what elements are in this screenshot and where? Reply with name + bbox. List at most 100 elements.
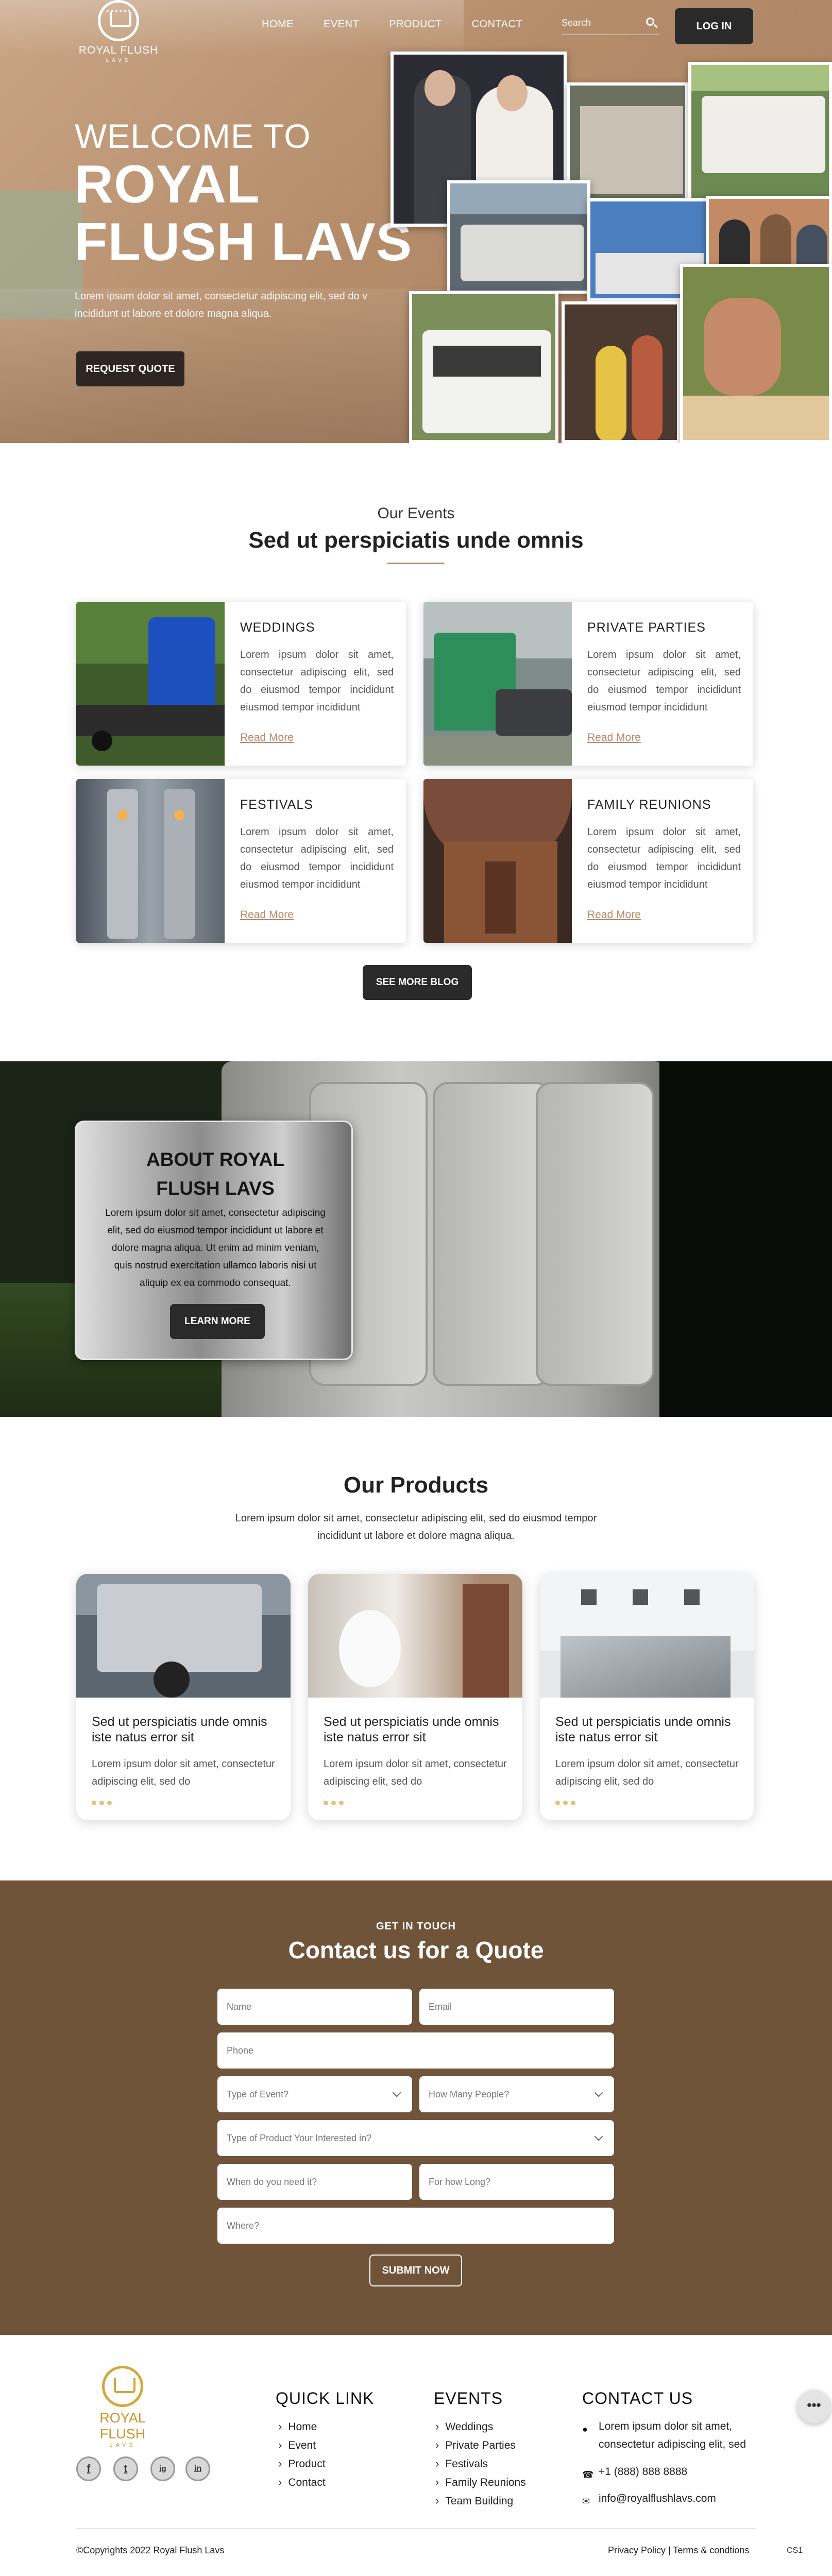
footer-link-team-building[interactable]: Team Building xyxy=(435,2492,526,2510)
contact-title: Contact us for a Quote xyxy=(288,1937,544,1963)
events-title: Sed ut perspiciatis unde omnis xyxy=(248,528,584,553)
legal-links[interactable]: Privacy Policy | Terms & condtions xyxy=(608,2545,749,2556)
logo-subtitle: LAVS xyxy=(106,58,131,63)
products-section: Our Products Lorem ipsum dolor sit amet,… xyxy=(0,1417,832,1880)
footer-logo[interactable]: ROYAL FLUSH LAVS xyxy=(76,2366,169,2448)
nav-contact[interactable]: CONTACT xyxy=(472,19,523,30)
event-card-private-parties[interactable]: PRIVATE PARTIES Lorem ipsum dolor sit am… xyxy=(423,602,753,766)
people-count-value: How Many People? xyxy=(429,2089,510,2099)
read-more-link[interactable]: Read More xyxy=(240,909,294,921)
event-card-festivals[interactable]: FESTIVALS Lorem ipsum dolor sit amet, co… xyxy=(76,779,406,943)
event-image-family-reunions xyxy=(423,779,572,943)
about-section: ABOUT ROYAL FLUSH LAVS Lorem ipsum dolor… xyxy=(0,1061,832,1417)
email-icon: ✉ xyxy=(582,2496,590,2506)
duration-field[interactable] xyxy=(419,2164,614,2200)
read-more-link[interactable]: Read More xyxy=(240,732,294,744)
footer-link-contact[interactable]: Contact xyxy=(278,2473,325,2492)
about-bg-shadow xyxy=(659,1061,832,1417)
contact-eyebrow: GET IN TOUCH xyxy=(376,1921,456,1932)
carousel-dots[interactable] xyxy=(92,1801,112,1805)
twitter-icon[interactable]: t xyxy=(113,2456,138,2481)
instagram-icon[interactable]: ig xyxy=(150,2456,175,2481)
see-more-blog-button[interactable]: SEE MORE BLOG xyxy=(363,965,472,1000)
collage-photo-trailer-yard xyxy=(688,62,832,201)
footer-divider xyxy=(76,2528,756,2529)
footer-link-home[interactable]: Home xyxy=(278,2417,326,2436)
date-needed-field[interactable] xyxy=(217,2164,412,2200)
hero-welcome: WELCOME TO xyxy=(75,117,311,155)
contact-us-title: CONTACT US xyxy=(582,2389,693,2408)
footer-link-event[interactable]: Event xyxy=(278,2436,326,2454)
event-card-family-reunions[interactable]: FAMILY REUNIONS Lorem ipsum dolor sit am… xyxy=(423,779,753,943)
copyright-text: ©Copyrights 2022 Royal Flush Lavs xyxy=(76,2545,225,2555)
events-title-underline xyxy=(387,563,444,564)
product-desc: Lorem ipsum dolor sit amet, consectetur … xyxy=(92,1758,275,1787)
nav-product[interactable]: PRODUCT xyxy=(389,19,442,30)
nav-event[interactable]: EVENT xyxy=(324,19,359,30)
product-image xyxy=(76,1574,291,1698)
facebook-icon[interactable]: f xyxy=(76,2456,101,2481)
event-card-weddings[interactable]: WEDDINGS Lorem ipsum dolor sit amet, con… xyxy=(76,602,406,766)
product-title: Sed ut perspiciatis unde omnis iste natu… xyxy=(324,1715,499,1744)
events-footer-title: EVENTS xyxy=(434,2389,503,2408)
quick-link-title: QUICK LINK xyxy=(276,2389,375,2408)
learn-more-button[interactable]: LEARN MORE xyxy=(170,1304,265,1339)
event-type-select[interactable]: Type of Event? xyxy=(217,2076,412,2112)
about-card: ABOUT ROYAL FLUSH LAVS Lorem ipsum dolor… xyxy=(75,1121,353,1360)
about-title: ABOUT ROYAL FLUSH LAVS xyxy=(76,1145,354,1203)
product-card[interactable]: Sed ut perspiciatis unde omnis iste natu… xyxy=(76,1574,291,1820)
product-type-select[interactable]: Type of Product Your Interested in? xyxy=(217,2120,614,2156)
request-quote-button[interactable]: REQUEST QUOTE xyxy=(76,351,184,386)
footer-phone-text: +1 (888) 888 8888 xyxy=(599,2466,688,2478)
product-image xyxy=(540,1574,754,1698)
chevron-down-icon xyxy=(392,2088,401,2097)
name-field[interactable] xyxy=(217,1989,412,2025)
product-card[interactable]: Sed ut perspiciatis unde omnis iste natu… xyxy=(308,1574,522,1820)
footer-link-family-reunions[interactable]: Family Reunions xyxy=(435,2473,525,2492)
trailer-door xyxy=(536,1082,654,1386)
carousel-dots[interactable] xyxy=(324,1801,344,1805)
read-more-link[interactable]: Read More xyxy=(587,732,641,744)
event-card-desc: Lorem ipsum dolor sit amet, consectetur … xyxy=(587,649,741,713)
footer-link-weddings[interactable]: Weddings xyxy=(435,2417,526,2436)
events-eyebrow: Our Events xyxy=(377,505,455,522)
phone-field[interactable] xyxy=(217,2032,614,2069)
linkedin-icon[interactable]: in xyxy=(185,2456,210,2481)
search-input[interactable] xyxy=(562,13,639,32)
product-title: Sed ut perspiciatis unde omnis iste natu… xyxy=(555,1715,731,1744)
chat-widget-icon[interactable]: ••• xyxy=(797,2391,830,2424)
product-title: Sed ut perspiciatis unde omnis iste natu… xyxy=(92,1715,267,1744)
search-icon[interactable] xyxy=(646,18,654,26)
footer-email[interactable]: ✉ info@royalflushlavs.com xyxy=(582,2489,768,2508)
events-section: Our Events Sed ut perspiciatis unde omni… xyxy=(0,443,832,1061)
footer-link-festivals[interactable]: Festivals xyxy=(435,2454,526,2473)
location-field[interactable] xyxy=(217,2208,614,2244)
nav-home[interactable]: HOME xyxy=(262,19,294,30)
products-title: Our Products xyxy=(343,1472,489,1498)
footer: ROYAL FLUSH LAVS f t ig in QUICK LINK Ho… xyxy=(0,2335,832,2576)
hero-text: WELCOME TO ROYAL FLUSH LAVS Lorem ipsum … xyxy=(75,116,412,323)
footer-link-private-parties[interactable]: Private Parties xyxy=(435,2436,526,2454)
footer-phone[interactable]: ☎ +1 (888) 888 8888 xyxy=(582,2463,768,2481)
crown-icon xyxy=(102,2366,143,2407)
footer-link-product[interactable]: Product xyxy=(278,2454,325,2473)
events-footer-list: Weddings Private Parties Festivals Famil… xyxy=(435,2417,526,2510)
login-button[interactable]: LOG IN xyxy=(675,8,753,44)
cs-label: CS1 xyxy=(787,2546,803,2555)
product-card[interactable]: Sed ut perspiciatis unde omnis iste natu… xyxy=(540,1574,754,1820)
event-image-festivals xyxy=(76,779,225,943)
hero-title-line2: FLUSH LAVS xyxy=(75,212,413,272)
footer-logo-subtitle: LAVS xyxy=(109,2442,136,2448)
product-type-value: Type of Product Your Interested in? xyxy=(227,2133,372,2143)
about-description: Lorem ipsum dolor sit amet, consectetur … xyxy=(105,1208,326,1289)
read-more-link[interactable]: Read More xyxy=(587,909,641,921)
event-type-value: Type of Event? xyxy=(227,2089,289,2099)
people-count-select[interactable]: How Many People? xyxy=(419,2076,614,2112)
submit-button[interactable]: SUBMIT NOW xyxy=(369,2255,462,2286)
chevron-down-icon xyxy=(594,2132,603,2141)
hero-subtitle: Lorem ipsum dolor sit amet, consectetur … xyxy=(75,291,368,319)
header-logo[interactable]: ROYAL FLUSH LAVS xyxy=(72,0,165,72)
collage-photo-restroom-trailer xyxy=(447,180,590,294)
email-field[interactable] xyxy=(419,1989,614,2025)
carousel-dots[interactable] xyxy=(555,1801,575,1805)
